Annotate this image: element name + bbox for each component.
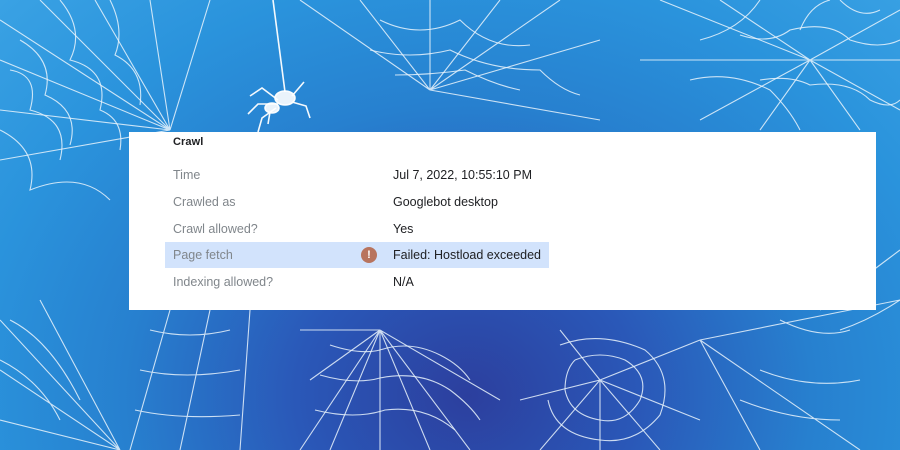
row-value: Googlebot desktop xyxy=(393,195,498,209)
crawl-row-page-fetch: Page fetch ! Failed: Hostload exceeded xyxy=(165,242,549,268)
row-value: Failed: Hostload exceeded xyxy=(393,248,542,262)
section-title-crawl: Crawl xyxy=(173,136,204,148)
crawl-details-panel: Crawl Time Jul 7, 2022, 10:55:10 PM Craw… xyxy=(129,132,876,310)
error-icon: ! xyxy=(361,247,377,263)
crawl-row-indexing-allowed: Indexing allowed? N/A xyxy=(165,269,549,295)
row-label: Page fetch xyxy=(173,248,233,262)
row-label: Time xyxy=(173,168,201,182)
row-value: N/A xyxy=(393,275,414,289)
row-value: Jul 7, 2022, 10:55:10 PM xyxy=(393,168,532,182)
row-label: Crawl allowed? xyxy=(173,222,258,236)
row-label: Indexing allowed? xyxy=(173,275,274,289)
crawl-row-crawled-as: Crawled as Googlebot desktop xyxy=(165,189,549,215)
row-label: Crawled as xyxy=(173,195,236,209)
row-value: Yes xyxy=(393,222,414,236)
crawl-row-time: Time Jul 7, 2022, 10:55:10 PM xyxy=(165,162,549,188)
crawl-row-crawl-allowed: Crawl allowed? Yes xyxy=(165,216,549,242)
